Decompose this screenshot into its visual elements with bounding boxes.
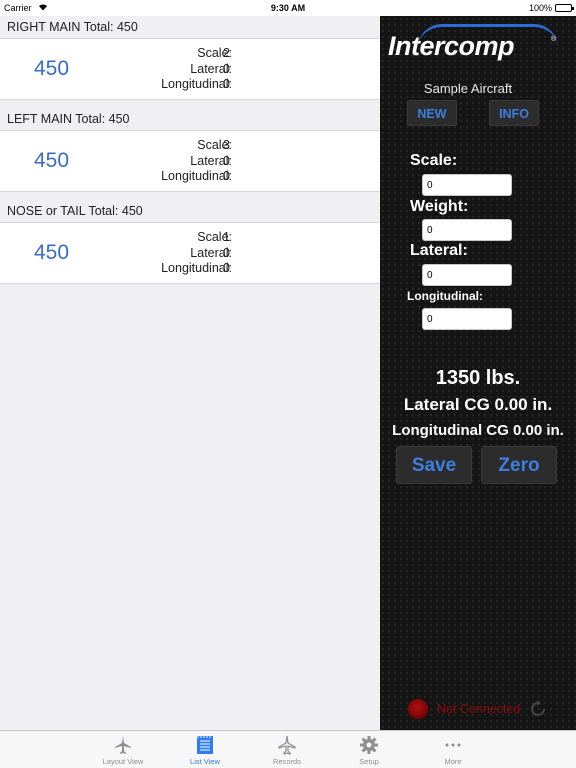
save-button[interactable]: Save	[396, 446, 472, 484]
lateral-field-label: Lateral:	[410, 242, 468, 259]
scale-label: Scale:	[197, 230, 232, 244]
aircraft-name: Sample Aircraft	[423, 81, 513, 96]
section-right-main: RIGHT MAIN Total: 450 450 Scale: Lateral…	[0, 16, 380, 100]
more-icon	[445, 743, 461, 747]
logo-registered-mark: ®	[551, 36, 557, 43]
scale-list: RIGHT MAIN Total: 450 450 Scale: Lateral…	[0, 16, 380, 730]
list-item[interactable]: 450 Scale: Lateral: Longitudinal: 3 0 0	[0, 130, 380, 192]
list-item[interactable]: 450 Scale: Lateral: Longitudinal: 2 0 0	[0, 38, 380, 100]
longitudinal-field-label: Longitudinal:	[407, 289, 483, 303]
longitudinal-value: 0	[223, 169, 230, 183]
field-labels: Scale: Lateral: Longitudinal:	[161, 230, 232, 277]
scale-total: 450	[34, 241, 70, 264]
longitudinal-label: Longitudinal:	[161, 77, 232, 91]
lateral-value: 0	[223, 245, 230, 260]
section-header: NOSE or TAIL Total: 450	[0, 200, 380, 222]
battery-icon	[555, 4, 574, 12]
airplane-icon	[115, 736, 131, 754]
lateral-value: 0	[223, 61, 230, 76]
lateral-value: 0	[223, 153, 230, 168]
scale-label: Scale:	[197, 138, 232, 152]
tab-bar: Layout View List View Records Setup More	[0, 730, 576, 768]
longitudinal-input[interactable]	[422, 308, 512, 330]
control-panel: Intercomp ® Sample Aircraft NEW INFO Sca…	[380, 16, 576, 730]
zero-button[interactable]: Zero	[481, 446, 557, 484]
scale-value: 2	[223, 46, 230, 60]
status-indicator-icon	[408, 699, 428, 719]
lateral-input[interactable]	[422, 264, 512, 286]
section-header: LEFT MAIN Total: 450	[0, 108, 380, 130]
scale-value: 3	[223, 138, 230, 152]
longitudinal-value: 0	[223, 261, 230, 275]
logo-text: Intercomp	[388, 31, 515, 61]
connection-status: Not Connected	[408, 698, 568, 720]
section-nose-tail: NOSE or TAIL Total: 450 450 Scale: Later…	[0, 200, 380, 284]
longitudinal-cg: Longitudinal CG 0.00 in.	[392, 422, 564, 439]
list-icon	[197, 736, 213, 754]
scale-label: Scale:	[197, 46, 232, 60]
tab-list-view[interactable]: List View	[164, 731, 246, 768]
field-values: 3 0 0	[223, 138, 230, 185]
airplane-records-icon	[278, 735, 296, 755]
weight-input[interactable]	[422, 219, 512, 241]
field-labels: Scale: Lateral: Longitudinal:	[161, 46, 232, 93]
tab-label: List View	[190, 757, 220, 766]
refresh-icon[interactable]	[528, 699, 548, 719]
longitudinal-label: Longitudinal:	[161, 169, 232, 183]
tab-label: Setup	[359, 757, 379, 766]
battery-percent: 100%	[528, 3, 552, 13]
connection-label: Not Connected	[437, 702, 521, 716]
list-item[interactable]: 450 Scale: Lateral: Longitudinal: 1 0 0	[0, 222, 380, 284]
scale-field-label: Scale:	[410, 152, 458, 169]
intercomp-logo: Intercomp ®	[388, 24, 568, 64]
tab-setup[interactable]: Setup	[328, 731, 410, 768]
total-weight: 1350 lbs.	[435, 367, 521, 389]
new-button[interactable]: NEW	[407, 100, 457, 126]
gear-icon	[360, 736, 378, 754]
tab-more[interactable]: More	[412, 731, 494, 768]
tab-label: More	[444, 757, 462, 766]
longitudinal-value: 0	[223, 77, 230, 91]
lateral-label: Lateral:	[190, 153, 232, 168]
info-button[interactable]: INFO	[489, 100, 539, 126]
status-bar: Carrier 9:30 AM 100%	[0, 0, 576, 16]
field-values: 2 0 0	[223, 46, 230, 93]
weight-field-label: Weight:	[410, 198, 469, 215]
lateral-label: Lateral:	[190, 245, 232, 260]
section-left-main: LEFT MAIN Total: 450 450 Scale: Lateral:…	[0, 108, 380, 192]
field-values: 1 0 0	[223, 230, 230, 277]
scale-total: 450	[34, 57, 70, 80]
field-labels: Scale: Lateral: Longitudinal:	[161, 138, 232, 185]
scale-input[interactable]	[422, 174, 512, 196]
tab-records[interactable]: Records	[246, 731, 328, 768]
section-header: RIGHT MAIN Total: 450	[0, 16, 380, 38]
tab-label: Layout View	[102, 757, 144, 766]
tab-layout-view[interactable]: Layout View	[82, 731, 164, 768]
longitudinal-label: Longitudinal:	[161, 261, 232, 275]
lateral-label: Lateral:	[190, 61, 232, 76]
status-time: 9:30 AM	[270, 3, 306, 13]
tab-label: Records	[273, 757, 301, 766]
lateral-cg: Lateral CG 0.00 in.	[403, 395, 553, 414]
scale-value: 1	[223, 230, 230, 244]
scale-total: 450	[34, 149, 70, 172]
